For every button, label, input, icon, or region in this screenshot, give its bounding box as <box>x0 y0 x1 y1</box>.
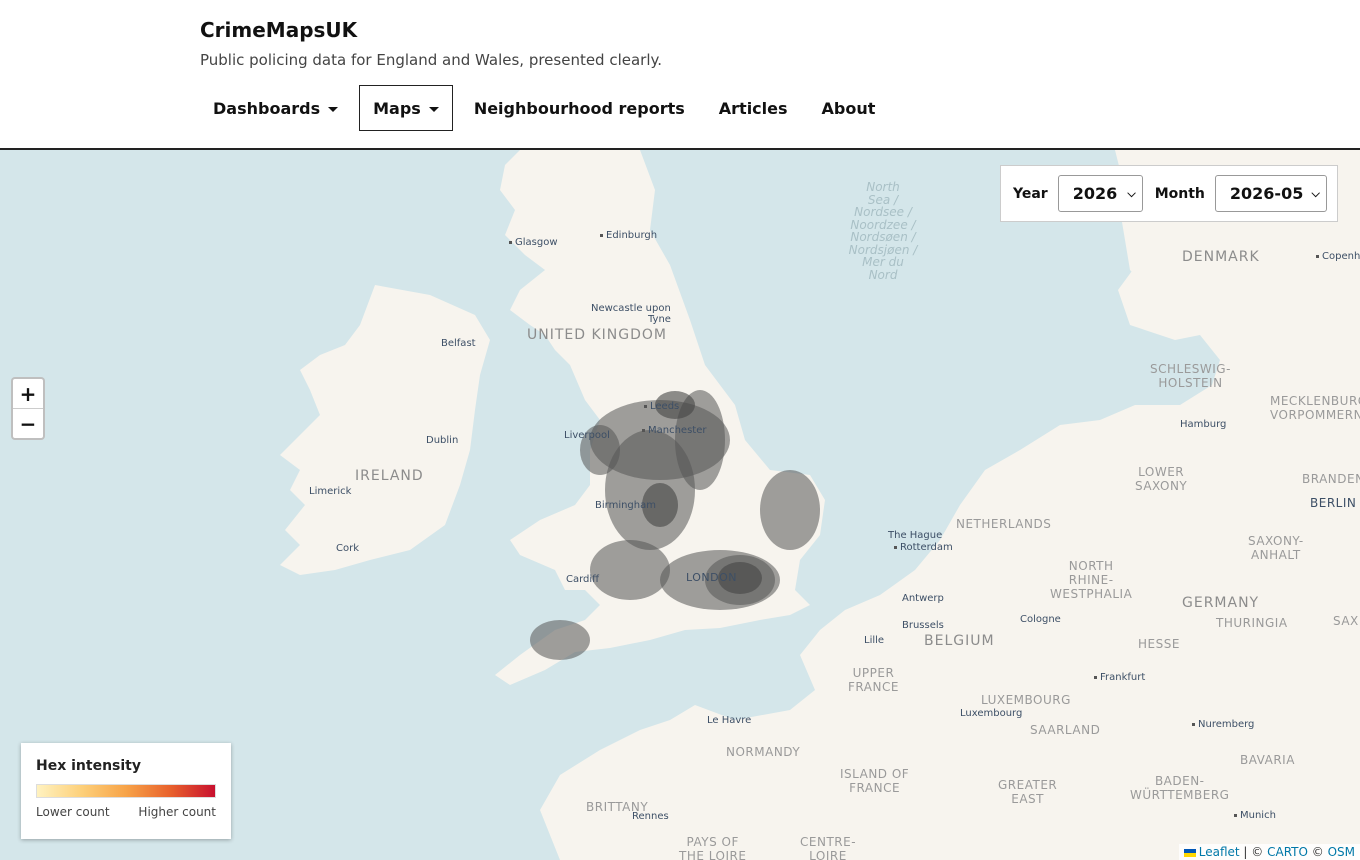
caret-down-icon <box>328 106 339 112</box>
caret-down-icon <box>428 106 439 112</box>
legend-gradient-bar <box>36 784 216 798</box>
nav-articles[interactable]: Articles <box>706 85 801 131</box>
attribution-separator: © <box>1307 845 1328 859</box>
region-centre-loire: CENTRE- LOIRE <box>800 835 857 860</box>
region-hesse: HESSE <box>1138 637 1180 651</box>
legend-title: Hex intensity <box>36 758 141 774</box>
chevron-down-icon: ⌵ <box>1311 186 1320 200</box>
place-glasgow: Glasgow <box>509 237 558 248</box>
nav-neighbourhood-reports[interactable]: Neighbourhood reports <box>461 85 698 131</box>
place-the-hague: The Hague <box>888 530 943 541</box>
month-select[interactable]: 2026-05 ⌵ <box>1214 175 1327 212</box>
region-mecklenburg: MECKLENBURG VORPOMMERN <box>1270 394 1360 422</box>
date-filter-panel: Year 2026 ⌵ Month 2026-05 ⌵ <box>1000 165 1338 222</box>
nav-dashboards[interactable]: Dashboards <box>200 85 351 131</box>
place-frankfurt: Frankfurt <box>1094 672 1145 683</box>
region-saxony-anhalt: SAXONY- ANHALT <box>1248 534 1304 562</box>
nav-maps-label: Maps <box>373 98 421 118</box>
place-tyne: Tyne <box>648 314 671 325</box>
place-cardiff: Cardiff <box>566 574 600 585</box>
year-label: Year <box>1013 185 1048 202</box>
region-ireland: IRELAND <box>355 468 424 484</box>
region-germany: GERMANY <box>1182 595 1260 611</box>
map-legend: Hex intensity Lower count Higher count <box>21 743 231 839</box>
place-lille: Lille <box>864 635 885 646</box>
place-luxembourg: Luxembourg <box>960 708 1023 719</box>
ukraine-flag-icon <box>1183 848 1196 857</box>
place-nuremberg: Nuremberg <box>1192 719 1254 730</box>
place-hamburg: Hamburg <box>1180 419 1227 430</box>
region-ile-de-france: ISLAND OF FRANCE <box>840 767 910 795</box>
leaflet-link[interactable]: Leaflet <box>1199 845 1240 859</box>
region-baden-wurttemberg: BADEN- WÜRTTEMBERG <box>1130 774 1230 802</box>
place-brussels: Brussels <box>902 620 944 631</box>
month-label: Month <box>1154 185 1205 202</box>
nav-dashboards-label: Dashboards <box>213 98 321 118</box>
region-greater-east: GREATER EAST <box>998 778 1058 806</box>
region-brandenburg: BRANDEN <box>1302 472 1360 486</box>
region-bavaria: BAVARIA <box>1240 753 1295 767</box>
crime-map[interactable]: Glasgow Edinburgh Newcastle upon Tyne UN… <box>0 150 1360 860</box>
main-nav: Dashboards Maps Neighbourhood reports Ar… <box>200 84 896 132</box>
place-limerick: Limerick <box>309 486 352 497</box>
carto-link[interactable]: CARTO <box>1267 845 1308 859</box>
place-rotterdam: Rotterdam <box>894 542 953 553</box>
place-liverpool: Liverpool <box>564 430 610 441</box>
zoom-control: + − <box>11 377 45 440</box>
year-select[interactable]: 2026 ⌵ <box>1057 175 1143 212</box>
region-saxony: SAX <box>1333 614 1359 628</box>
region-upper-france: UPPER FRANCE <box>848 666 899 694</box>
place-cologne: Cologne <box>1020 614 1061 625</box>
place-birmingham: Birmingham <box>595 500 656 511</box>
place-munich: Munich <box>1234 810 1276 821</box>
place-manchester: Manchester <box>642 425 706 436</box>
site-tagline: Public policing data for England and Wal… <box>200 51 663 69</box>
month-select-value: 2026-05 <box>1229 184 1304 203</box>
attribution-separator: | © <box>1239 845 1268 859</box>
site-header: CrimeMapsUK Public policing data for Eng… <box>0 0 1360 150</box>
region-schleswig-holstein: SCHLESWIG- HOLSTEIN <box>1150 362 1231 390</box>
nav-maps[interactable]: Maps <box>359 85 453 131</box>
region-saarland: SAARLAND <box>1030 723 1101 737</box>
year-select-value: 2026 <box>1072 184 1118 203</box>
place-edinburgh: Edinburgh <box>600 230 657 241</box>
place-london: LONDON <box>686 571 737 584</box>
sea-north-sea: North Sea / Nordsee / Noordzee / Nordsøe… <box>848 180 918 282</box>
region-normandy: NORMANDY <box>726 745 801 759</box>
region-netherlands: NETHERLANDS <box>956 517 1052 531</box>
place-copenhagen: Copenh <box>1316 251 1360 262</box>
region-thuringia: THURINGIA <box>1216 616 1288 630</box>
chevron-down-icon: ⌵ <box>1127 186 1136 200</box>
landmass-ireland <box>280 285 490 575</box>
place-berlin: BERLIN <box>1310 496 1357 510</box>
map-attribution: Leaflet | © CARTO © OSM <box>1178 844 1360 860</box>
region-united-kingdom: UNITED KINGDOM <box>527 327 667 343</box>
place-leeds: Leeds <box>644 401 679 412</box>
place-rennes: Rennes <box>632 811 669 822</box>
osm-link[interactable]: OSM <box>1328 845 1355 859</box>
place-newcastle: Newcastle upon <box>591 303 671 314</box>
nav-about[interactable]: About <box>809 85 889 131</box>
place-belfast: Belfast <box>441 338 476 349</box>
zoom-in-button[interactable]: + <box>13 379 43 408</box>
region-lower-saxony: LOWER SAXONY <box>1135 465 1188 493</box>
region-belgium: BELGIUM <box>924 633 995 649</box>
zoom-out-button[interactable]: − <box>13 408 43 438</box>
region-luxembourg: LUXEMBOURG <box>981 693 1071 707</box>
region-denmark: DENMARK <box>1182 249 1260 265</box>
place-le-havre: Le Havre <box>707 715 752 726</box>
region-nrw: NORTH RHINE- WESTPHALIA <box>1050 559 1133 601</box>
legend-high-label: Higher count <box>138 805 216 819</box>
region-pays-loire: PAYS OF THE LOIRE <box>679 835 747 860</box>
place-antwerp: Antwerp <box>902 593 944 604</box>
place-cork: Cork <box>336 543 360 554</box>
site-brand[interactable]: CrimeMapsUK <box>200 18 357 42</box>
legend-low-label: Lower count <box>36 805 110 819</box>
place-dublin: Dublin <box>426 435 459 446</box>
